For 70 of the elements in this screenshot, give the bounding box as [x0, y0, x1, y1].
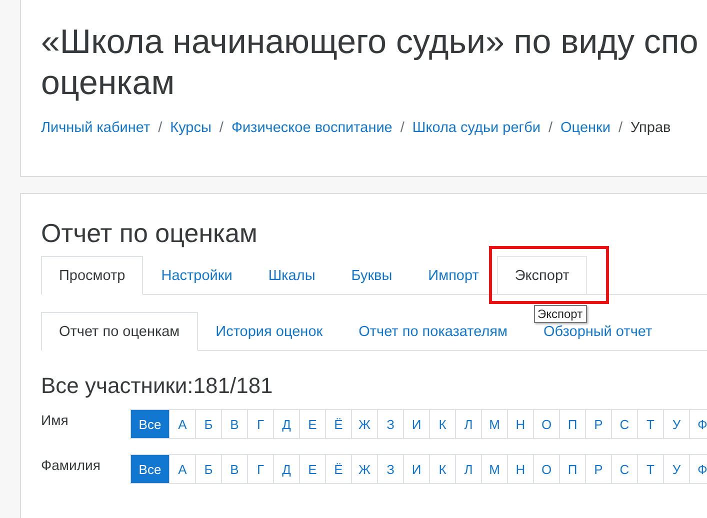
letter-link[interactable]: З: [377, 410, 403, 438]
letter-link[interactable]: Т: [637, 455, 663, 483]
letter-link[interactable]: Ё: [325, 455, 351, 483]
breadcrumb-separator: /: [618, 120, 622, 136]
breadcrumb-link[interactable]: Оценки: [560, 120, 610, 136]
letter-link[interactable]: Л: [455, 410, 481, 438]
letter-link[interactable]: Н: [507, 410, 533, 438]
letter-link[interactable]: Л: [455, 455, 481, 483]
letter-link[interactable]: У: [663, 410, 689, 438]
letter-link[interactable]: Б: [195, 410, 221, 438]
letter-link[interactable]: П: [559, 410, 585, 438]
tab[interactable]: Просмотр: [41, 256, 144, 295]
letter-link[interactable]: О: [533, 410, 559, 438]
letter-link[interactable]: Б: [195, 455, 221, 483]
tab[interactable]: Настройки: [143, 256, 250, 295]
breadcrumb-current: Управ: [630, 120, 671, 136]
breadcrumb-separator: /: [219, 120, 224, 136]
tooltip: Экспорт: [534, 305, 587, 323]
filter-label: Имя: [41, 411, 70, 430]
breadcrumb-link[interactable]: Личный кабинет: [41, 120, 150, 136]
tab[interactable]: Шкалы: [250, 256, 334, 295]
letter-link[interactable]: С: [611, 455, 637, 483]
breadcrumb-separator: /: [548, 120, 553, 136]
letter-link[interactable]: Г: [247, 455, 273, 483]
tab[interactable]: Буквы: [333, 256, 410, 295]
tab[interactable]: Отчет по оценкам: [41, 312, 198, 351]
letter-link[interactable]: Ж: [351, 455, 377, 483]
breadcrumb-link[interactable]: Физическое воспитание: [231, 120, 392, 136]
letter-link[interactable]: Т: [637, 410, 663, 438]
letter-link[interactable]: М: [481, 410, 507, 438]
breadcrumb-link[interactable]: Школа судьи регби: [412, 120, 540, 136]
letter-link[interactable]: Р: [585, 455, 611, 483]
letter-link[interactable]: Все: [131, 410, 169, 438]
letter-link[interactable]: Е: [299, 410, 325, 438]
letter-link[interactable]: Все: [131, 455, 169, 483]
participants-count: Все участники:181/181: [41, 373, 274, 399]
course-title: «Школа начинающего судьи» по виду спо оценкам: [41, 22, 700, 104]
letter-link[interactable]: Н: [507, 455, 533, 483]
letter-link[interactable]: К: [429, 455, 455, 483]
tab[interactable]: Импорт: [410, 256, 497, 295]
letter-link[interactable]: Д: [273, 455, 299, 483]
letter-link[interactable]: А: [169, 455, 195, 483]
letter-link[interactable]: О: [533, 455, 559, 483]
letter-link[interactable]: М: [481, 455, 507, 483]
letter-link[interactable]: В: [221, 455, 247, 483]
letter-link[interactable]: И: [403, 410, 429, 438]
letter-link[interactable]: К: [429, 410, 455, 438]
letter-link[interactable]: А: [169, 410, 195, 438]
letter-link[interactable]: Д: [273, 410, 299, 438]
filter-label: Фамилия: [41, 456, 102, 475]
letter-link[interactable]: З: [377, 455, 403, 483]
letter-link[interactable]: Ё: [325, 410, 351, 438]
breadcrumb-separator: /: [400, 120, 404, 136]
letter-link[interactable]: Р: [585, 410, 611, 438]
report-heading: Отчет по оценкам: [41, 218, 258, 248]
letter-link[interactable]: Ф: [689, 410, 707, 438]
letter-link[interactable]: В: [221, 410, 247, 438]
tab[interactable]: История оценок: [198, 312, 341, 351]
letter-link[interactable]: У: [663, 455, 689, 483]
letter-link[interactable]: Ф: [689, 455, 707, 483]
tab[interactable]: Экспорт: [496, 256, 588, 295]
letter-link[interactable]: Е: [299, 455, 325, 483]
letter-link[interactable]: П: [559, 455, 585, 483]
letter-link[interactable]: С: [611, 410, 637, 438]
breadcrumb-separator: /: [158, 120, 162, 136]
letter-link[interactable]: Ж: [351, 410, 377, 438]
tab[interactable]: Отчет по показателям: [340, 312, 526, 351]
breadcrumb-link[interactable]: Курсы: [170, 120, 212, 136]
letter-link[interactable]: И: [403, 455, 429, 483]
letter-link[interactable]: Г: [247, 410, 273, 438]
